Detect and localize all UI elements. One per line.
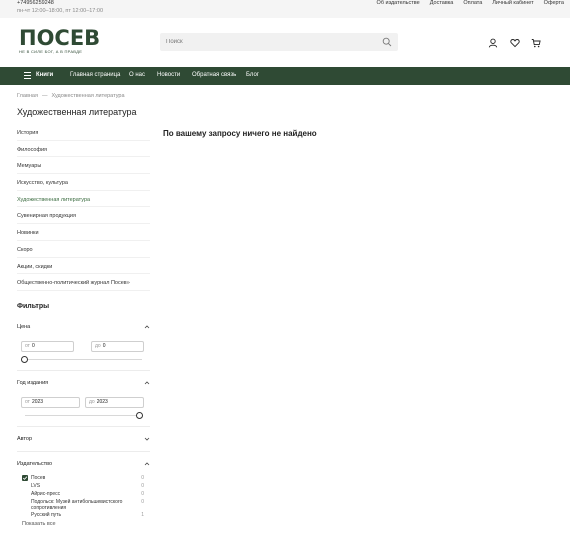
nav-item-blog[interactable]: Блог (246, 72, 259, 78)
category-item[interactable]: Философия (17, 141, 150, 158)
publisher-option-count: 1 (141, 512, 144, 518)
nav-item-about[interactable]: О нас (129, 72, 145, 78)
filter-year-header[interactable]: Год издания (17, 380, 150, 386)
breadcrumb-current: Художественная литература (51, 93, 125, 99)
top-info-bar: +74956259248 пн-чт 12:00–18:00, пт 12:00… (0, 0, 570, 18)
year-to-prefix: до (89, 399, 95, 405)
price-from-value: 0 (31, 343, 35, 349)
publisher-option-label: Русский путь (31, 512, 62, 518)
main-nav: Книги Главная страница О нас Новости Обр… (0, 67, 570, 85)
user-icon[interactable] (488, 38, 498, 48)
year-to-field[interactable]: до 2023 (85, 397, 144, 408)
chevron-down-icon[interactable] (144, 436, 150, 442)
breadcrumb-home[interactable]: Главная (17, 93, 38, 99)
working-hours: пн-чт 12:00–18:00, пт 12:00–17:00 (17, 8, 104, 14)
publisher-option[interactable]: LVS 0 (22, 483, 147, 490)
publisher-option-label: Айрис-пресс (31, 491, 61, 497)
top-link-about[interactable]: Об издательстве (377, 0, 420, 6)
logo-wordmark: ПОСЕВ (19, 26, 101, 50)
year-from-prefix: от (25, 399, 30, 405)
top-link-offer[interactable]: Оферта (544, 0, 564, 6)
top-link-delivery[interactable]: Доставка (430, 0, 454, 6)
category-item[interactable]: Искусство, культура (17, 174, 150, 191)
cart-icon[interactable] (531, 38, 541, 48)
top-links: Об издательстве Доставка Оплата Личный к… (377, 0, 564, 6)
category-item[interactable]: Мемуары (17, 157, 150, 175)
show-all-link[interactable]: Показать все (22, 521, 56, 527)
publisher-option-label: LVS (31, 483, 41, 489)
filter-price-label: Цена (17, 324, 31, 330)
logo[interactable]: ПОСЕВ НЕ В СИЛЕ БОГ, А В ПРАВДЕ (19, 26, 101, 59)
price-to-value: 0 (102, 343, 106, 349)
category-item[interactable]: Общественно-политический журнал Посев» (17, 274, 150, 291)
search-icon[interactable] (382, 37, 392, 47)
year-to-value: 2023 (96, 399, 108, 405)
price-from-prefix: от (25, 343, 30, 349)
checkbox[interactable] (22, 491, 28, 497)
category-item[interactable]: История (17, 124, 150, 141)
publisher-option[interactable]: Посев 0 (22, 475, 147, 482)
category-item-active[interactable]: Художественная литература (17, 191, 150, 208)
check-icon (22, 476, 28, 480)
price-to-prefix: до (95, 343, 101, 349)
publisher-option-count: 0 (141, 491, 144, 497)
filter-author-label: Автор (17, 436, 33, 442)
price-from-field[interactable]: от 0 (21, 341, 74, 352)
filter-divider (17, 451, 150, 452)
top-link-payment[interactable]: Оплата (463, 0, 482, 6)
filters-title: Фильтры (17, 303, 50, 310)
page-title: Художественная литература (17, 107, 137, 117)
filter-author-header[interactable]: Автор (17, 436, 150, 442)
publisher-option-count: 0 (141, 483, 144, 489)
checkbox-checked[interactable] (22, 475, 28, 481)
checkbox[interactable] (22, 512, 28, 518)
filter-publisher-header[interactable]: Издательство (17, 461, 150, 467)
publisher-option[interactable]: Подольск: Музей антибольшевистского сопр… (22, 499, 147, 512)
price-to-field[interactable]: до 0 (91, 341, 144, 352)
publisher-option[interactable]: Русский путь 1 (22, 512, 147, 519)
year-from-value: 2023 (31, 399, 44, 405)
no-results-message: По вашему запросу ничего не найдено (163, 129, 317, 138)
publisher-option-label: Подольск: Музей антибольшевистского сопр… (31, 499, 123, 511)
year-slider-handle[interactable] (136, 412, 143, 419)
checkbox[interactable] (22, 499, 28, 505)
nav-item-home[interactable]: Главная страница (70, 72, 120, 78)
nav-item-news[interactable]: Новости (157, 72, 180, 78)
filter-publisher-label: Издательство (17, 461, 53, 467)
site-header: ПОСЕВ НЕ В СИЛЕ БОГ, А В ПРАВДЕ (0, 18, 570, 67)
filter-year-label: Год издания (17, 380, 49, 386)
menu-icon[interactable] (24, 72, 31, 79)
top-link-account[interactable]: Личный кабинет (492, 0, 533, 6)
search-input[interactable] (166, 37, 366, 47)
year-from-field[interactable]: от 2023 (21, 397, 80, 408)
price-slider-handle[interactable] (21, 356, 28, 363)
logo-tagline: НЕ В СИЛЕ БОГ, А В ПРАВДЕ (19, 49, 83, 54)
publisher-option-count: 0 (141, 499, 144, 505)
category-item[interactable]: Скоро (17, 241, 150, 258)
filter-divider (17, 370, 150, 371)
publisher-option[interactable]: Айрис-пресс 0 (22, 491, 147, 498)
category-item[interactable]: Акции, скидки (17, 258, 150, 275)
phone-number[interactable]: +74956259248 (17, 0, 54, 6)
price-slider-track[interactable] (25, 359, 142, 360)
publisher-option-count: 0 (141, 475, 144, 481)
breadcrumb: Главная — Художественная литература (17, 93, 125, 99)
year-slider-track[interactable] (25, 415, 139, 416)
breadcrumb-separator: — (41, 93, 48, 99)
filter-price-header[interactable]: Цена (17, 324, 150, 330)
nav-catalog-books[interactable]: Книги (36, 72, 53, 78)
nav-item-feedback[interactable]: Обратная связь (192, 72, 236, 78)
chevron-up-icon[interactable] (144, 380, 150, 386)
search-box (160, 33, 398, 51)
heart-icon[interactable] (510, 38, 520, 48)
category-list: История Философия Мемуары Искусство, кул… (17, 124, 150, 291)
chevron-up-icon[interactable] (144, 324, 150, 330)
category-item[interactable]: Сувенирная продукция (17, 207, 150, 225)
publisher-option-label: Посев (31, 475, 46, 481)
filter-divider (17, 426, 150, 427)
chevron-up-icon[interactable] (144, 461, 150, 467)
category-item[interactable]: Новинки (17, 224, 150, 241)
checkbox[interactable] (22, 483, 28, 489)
